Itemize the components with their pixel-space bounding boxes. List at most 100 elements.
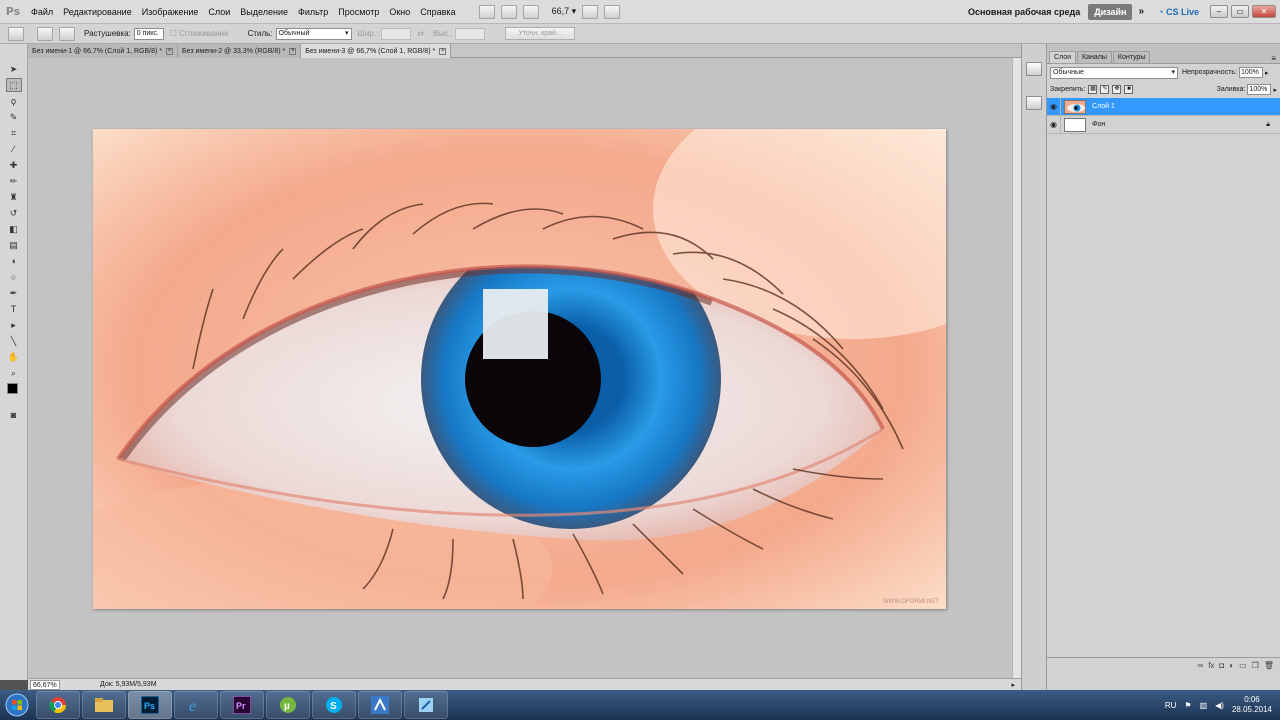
menu-window[interactable]: Окно: [384, 0, 415, 24]
menu-select[interactable]: Выделение: [235, 0, 293, 24]
app-taskbar-icon[interactable]: [358, 691, 402, 719]
status-arrow-icon[interactable]: ▸: [1011, 681, 1015, 689]
add-selection-icon[interactable]: [59, 26, 75, 41]
layer-row[interactable]: ◉ Слой 1: [1047, 97, 1280, 116]
lock-position-icon[interactable]: ✥: [1112, 85, 1122, 94]
notepad-taskbar-icon[interactable]: [404, 691, 448, 719]
zoom-icon[interactable]: ⌕: [6, 366, 22, 380]
healing-brush-icon[interactable]: ✚: [6, 158, 22, 172]
close-icon[interactable]: ✕: [1252, 5, 1276, 18]
tab-close-icon[interactable]: ×: [439, 47, 447, 55]
photoshop-taskbar-icon[interactable]: Ps: [128, 691, 172, 719]
lasso-icon[interactable]: ϙ: [6, 94, 22, 108]
new-layer-icon[interactable]: ❐: [1252, 661, 1259, 670]
layer-mask-icon[interactable]: ◘: [1219, 661, 1224, 670]
height-input[interactable]: [455, 27, 486, 40]
screen-mode-icon[interactable]: [604, 4, 621, 19]
visibility-eye-icon[interactable]: ◉: [1047, 97, 1061, 116]
restore-icon[interactable]: ▭: [1231, 5, 1249, 18]
layer-name[interactable]: Слой 1: [1092, 103, 1115, 110]
document-image-eye[interactable]: WWW.OFORMI.NET: [93, 129, 946, 609]
opacity-input[interactable]: 100%: [1239, 67, 1263, 78]
adjustment-layer-icon[interactable]: ◐: [1229, 661, 1234, 670]
quick-selection-icon[interactable]: ✎: [6, 110, 22, 124]
tab-layers[interactable]: Слои: [1049, 51, 1077, 63]
type-icon[interactable]: T: [6, 302, 22, 316]
tab-close-icon[interactable]: ×: [289, 47, 297, 55]
bridge-icon[interactable]: [478, 4, 495, 19]
premiere-taskbar-icon[interactable]: Pr: [220, 691, 264, 719]
document-tab[interactable]: Без имени-1 @ 66,7% (Слой 1, RGB/8) * ×: [28, 44, 178, 58]
tray-network-icon[interactable]: ▥: [1200, 701, 1208, 710]
adjustments-icon[interactable]: [1026, 96, 1042, 110]
marquee-tool-preset-icon[interactable]: [8, 26, 24, 41]
menu-filter[interactable]: Фильтр: [293, 0, 333, 24]
visibility-eye-icon[interactable]: ◉: [1047, 115, 1061, 134]
delete-layer-icon[interactable]: 🗑︎: [1264, 661, 1274, 670]
rectangular-marquee-icon[interactable]: ⬚: [5, 78, 22, 92]
layer-name[interactable]: Фон: [1092, 121, 1105, 128]
style-select[interactable]: Обычный ▾: [275, 27, 352, 40]
hand-icon[interactable]: ✋: [6, 350, 22, 364]
feather-input[interactable]: 0 пикс.: [133, 27, 164, 40]
ie-taskbar-icon[interactable]: e: [174, 691, 218, 719]
opacity-arrow-icon[interactable]: ▸: [1265, 69, 1269, 77]
menu-edit[interactable]: Редактирование: [58, 0, 137, 24]
history-brush-icon[interactable]: ↺: [6, 206, 22, 220]
menu-layers[interactable]: Слои: [203, 0, 235, 24]
lock-all-icon[interactable]: ■: [1124, 85, 1134, 94]
dodge-icon[interactable]: ○: [6, 270, 22, 284]
minimize-icon[interactable]: –: [1210, 5, 1228, 18]
skype-taskbar-icon[interactable]: S: [312, 691, 356, 719]
menu-help[interactable]: Справка: [415, 0, 460, 24]
utorrent-taskbar-icon[interactable]: µ: [266, 691, 310, 719]
eyedropper-icon[interactable]: ⁄: [6, 142, 22, 156]
design-workspace-button[interactable]: Дизайн: [1088, 3, 1133, 20]
language-indicator[interactable]: RU: [1165, 701, 1177, 710]
move-tool-icon[interactable]: ➤: [6, 62, 22, 76]
clock[interactable]: 0:06 28.05.2014: [1232, 695, 1272, 715]
fill-input[interactable]: 100%: [1247, 84, 1272, 95]
blend-mode-select[interactable]: Обычные ▾: [1050, 66, 1178, 79]
chrome-taskbar-icon[interactable]: [36, 691, 80, 719]
new-selection-icon[interactable]: [37, 26, 53, 41]
status-zoom-input[interactable]: 66,67%: [30, 679, 60, 690]
layer-style-icon[interactable]: fx: [1208, 661, 1214, 670]
quick-mask-icon[interactable]: ◙: [6, 408, 22, 422]
mini-bridge-icon[interactable]: [500, 4, 517, 19]
path-selection-icon[interactable]: ▸: [6, 318, 22, 332]
document-tab-active[interactable]: Без имени-3 @ 66,7% (Слой 1, RGB/8) * ×: [301, 44, 452, 58]
cs-live-button[interactable]: ◔ CS Live: [1150, 7, 1207, 17]
menu-image[interactable]: Изображение: [137, 0, 204, 24]
color-swatches[interactable]: [6, 382, 22, 406]
start-button[interactable]: [0, 690, 34, 720]
pen-icon[interactable]: ✒: [6, 286, 22, 300]
zoom-level-dropdown[interactable]: 66,7 ▾: [552, 6, 577, 17]
vertical-scrollbar[interactable]: [1012, 58, 1021, 678]
new-group-icon[interactable]: ▭: [1239, 661, 1247, 670]
brush-icon[interactable]: ✏: [6, 174, 22, 188]
fill-arrow-icon[interactable]: ▸: [1273, 86, 1277, 94]
layer-row[interactable]: ◉ Фон 🔒︎: [1047, 115, 1280, 134]
clone-stamp-icon[interactable]: ♜: [6, 190, 22, 204]
shape-icon[interactable]: ╲: [6, 334, 22, 348]
tab-channels[interactable]: Каналы: [1077, 51, 1112, 63]
foreground-color-swatch[interactable]: [6, 383, 18, 394]
link-layers-icon[interactable]: ∞: [1197, 661, 1203, 670]
explorer-taskbar-icon[interactable]: [82, 691, 126, 719]
document-tab[interactable]: Без имени-2 @ 33,3% (RGB/8) * ×: [177, 44, 302, 58]
tray-volume-icon[interactable]: ◀): [1215, 701, 1224, 710]
tray-flag-icon[interactable]: ⚑: [1184, 701, 1191, 710]
arrange-documents-icon[interactable]: [582, 4, 599, 19]
refine-edge-button[interactable]: Уточн. край...: [505, 27, 575, 40]
antialias-checkbox[interactable]: ☐ Сглаживание: [170, 29, 229, 38]
tab-paths[interactable]: Контуры: [1112, 51, 1151, 63]
histogram-icon[interactable]: [1026, 62, 1042, 76]
lock-pixels-icon[interactable]: ✎: [1100, 85, 1110, 94]
lock-transparency-icon[interactable]: ▦: [1088, 85, 1098, 94]
more-workspaces-icon[interactable]: »: [1132, 6, 1150, 17]
blur-icon[interactable]: ◖: [6, 254, 22, 268]
swap-icon[interactable]: ⇄: [417, 29, 424, 38]
width-input[interactable]: [381, 27, 412, 40]
menu-view[interactable]: Просмотр: [333, 0, 384, 24]
